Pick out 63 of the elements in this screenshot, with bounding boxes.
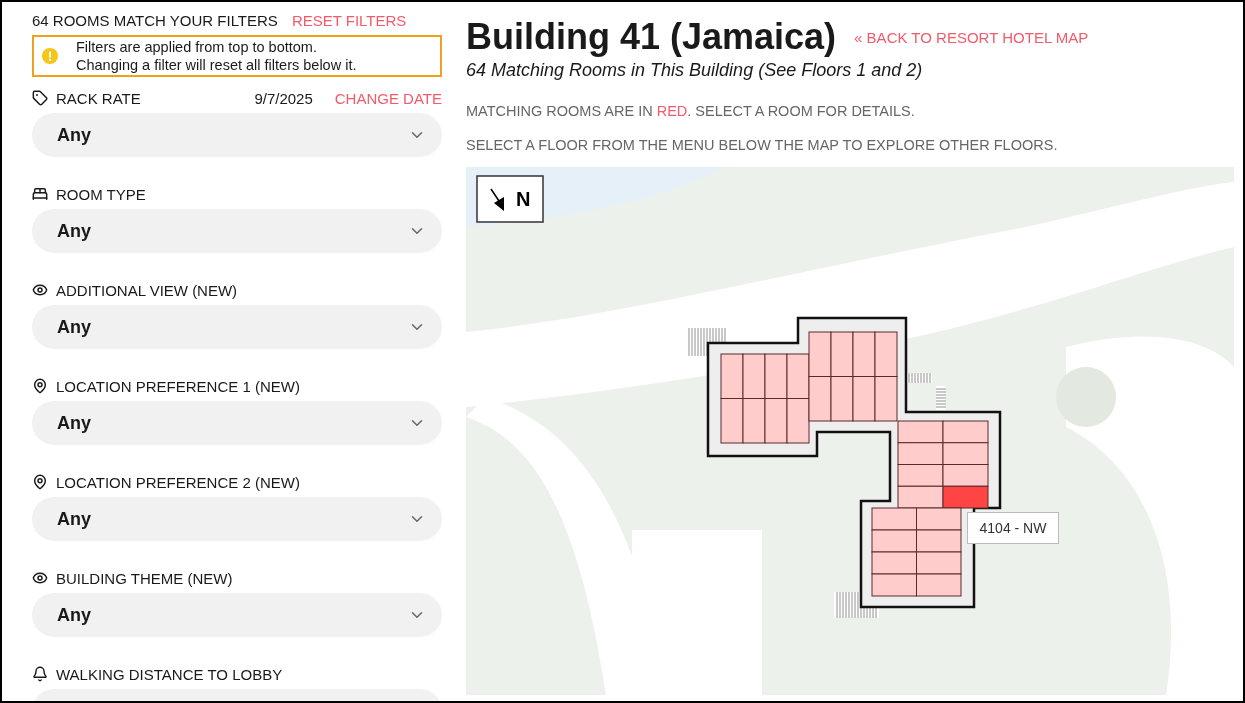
filter-dropdown[interactable]: Any bbox=[32, 113, 442, 157]
hotel-room[interactable] bbox=[852, 376, 876, 422]
hotel-room[interactable] bbox=[830, 376, 854, 422]
pin-icon bbox=[32, 474, 48, 490]
filter-label: ADDITIONAL VIEW (NEW) bbox=[56, 281, 239, 299]
filter-dropdown[interactable]: Any bbox=[32, 497, 442, 541]
hotel-room[interactable] bbox=[916, 507, 962, 531]
hotel-room[interactable] bbox=[871, 551, 917, 575]
hotel-room[interactable] bbox=[916, 551, 962, 575]
warning-icon bbox=[42, 48, 58, 64]
hotel-room[interactable] bbox=[852, 331, 876, 377]
filter-label: LOCATION PREFERENCE 2 (NEW) bbox=[56, 473, 301, 491]
bell-icon bbox=[32, 666, 48, 682]
filter-label: RACK RATE bbox=[56, 89, 142, 107]
hotel-room[interactable] bbox=[897, 420, 944, 444]
filter-label: BUILDING THEME (NEW) bbox=[56, 569, 234, 587]
filter-dropdown[interactable]: Any bbox=[32, 305, 442, 349]
hotel-room[interactable] bbox=[942, 442, 989, 465]
filter-dropdown[interactable]: Any bbox=[32, 209, 442, 253]
hotel-room[interactable] bbox=[764, 398, 788, 444]
filter-dropdown[interactable]: Any bbox=[32, 593, 442, 637]
filter-dropdown[interactable]: Any bbox=[32, 401, 442, 445]
hotel-room[interactable] bbox=[874, 331, 898, 377]
hotel-room[interactable] bbox=[897, 464, 944, 487]
building-title: Building 41 (Jamaica) bbox=[466, 15, 837, 59]
filter-label: LOCATION PREFERENCE 1 (NEW) bbox=[56, 377, 301, 395]
hotel-room[interactable] bbox=[742, 353, 766, 399]
hotel-room[interactable] bbox=[808, 331, 832, 377]
rate-date: 9/7/2025 bbox=[254, 89, 313, 107]
filter-label: WALKING DISTANCE TO LOBBY bbox=[56, 665, 284, 683]
hotel-room[interactable] bbox=[871, 573, 917, 597]
hotel-room[interactable] bbox=[871, 507, 917, 531]
hotel-room[interactable] bbox=[764, 353, 788, 399]
hotel-room[interactable] bbox=[897, 485, 944, 509]
hotel-room[interactable] bbox=[808, 376, 832, 422]
building-subtitle: 64 Matching Rooms in This Building (See Floors 1 and 2) bbox=[466, 60, 924, 81]
hotel-room[interactable] bbox=[916, 573, 962, 597]
notice-text: Filters are applied from top to bottom. Changing a filter will reset all filters below it. bbox=[76, 38, 357, 74]
hotel-room[interactable] bbox=[897, 442, 944, 465]
match-count: 64 ROOMS MATCH YOUR FILTERS bbox=[32, 12, 278, 29]
eye-icon bbox=[32, 570, 48, 586]
hotel-room[interactable] bbox=[720, 398, 744, 444]
stairs-drawing bbox=[935, 386, 947, 410]
hotel-room[interactable] bbox=[942, 420, 989, 444]
pin-icon bbox=[32, 378, 48, 394]
bed-icon bbox=[32, 186, 48, 202]
hotel-room[interactable] bbox=[871, 529, 917, 553]
hotel-room[interactable] bbox=[786, 398, 810, 444]
instruction-text: SELECT A FLOOR FROM THE MENU BELOW THE MAP TO EXPLORE OTHER FLOORS. bbox=[466, 137, 1059, 153]
hotel-room[interactable] bbox=[830, 331, 854, 377]
hotel-room[interactable] bbox=[916, 529, 962, 553]
instruction-text: MATCHING ROOMS ARE IN RED. SELECT A ROOM FOR DETAILS. bbox=[466, 103, 916, 119]
stairs-drawing bbox=[906, 372, 932, 384]
compass-drawing: N bbox=[476, 175, 544, 223]
hotel-room[interactable] bbox=[942, 464, 989, 487]
tag-icon bbox=[32, 90, 48, 106]
hotel-room[interactable] bbox=[874, 376, 898, 422]
hotel-room[interactable] bbox=[742, 398, 766, 444]
hotel-room[interactable] bbox=[720, 353, 744, 399]
room-tooltip: 4104 - NW bbox=[967, 512, 1059, 544]
eye-icon bbox=[32, 282, 48, 298]
hotel-room[interactable] bbox=[786, 353, 810, 399]
filter-label: ROOM TYPE bbox=[56, 185, 147, 203]
